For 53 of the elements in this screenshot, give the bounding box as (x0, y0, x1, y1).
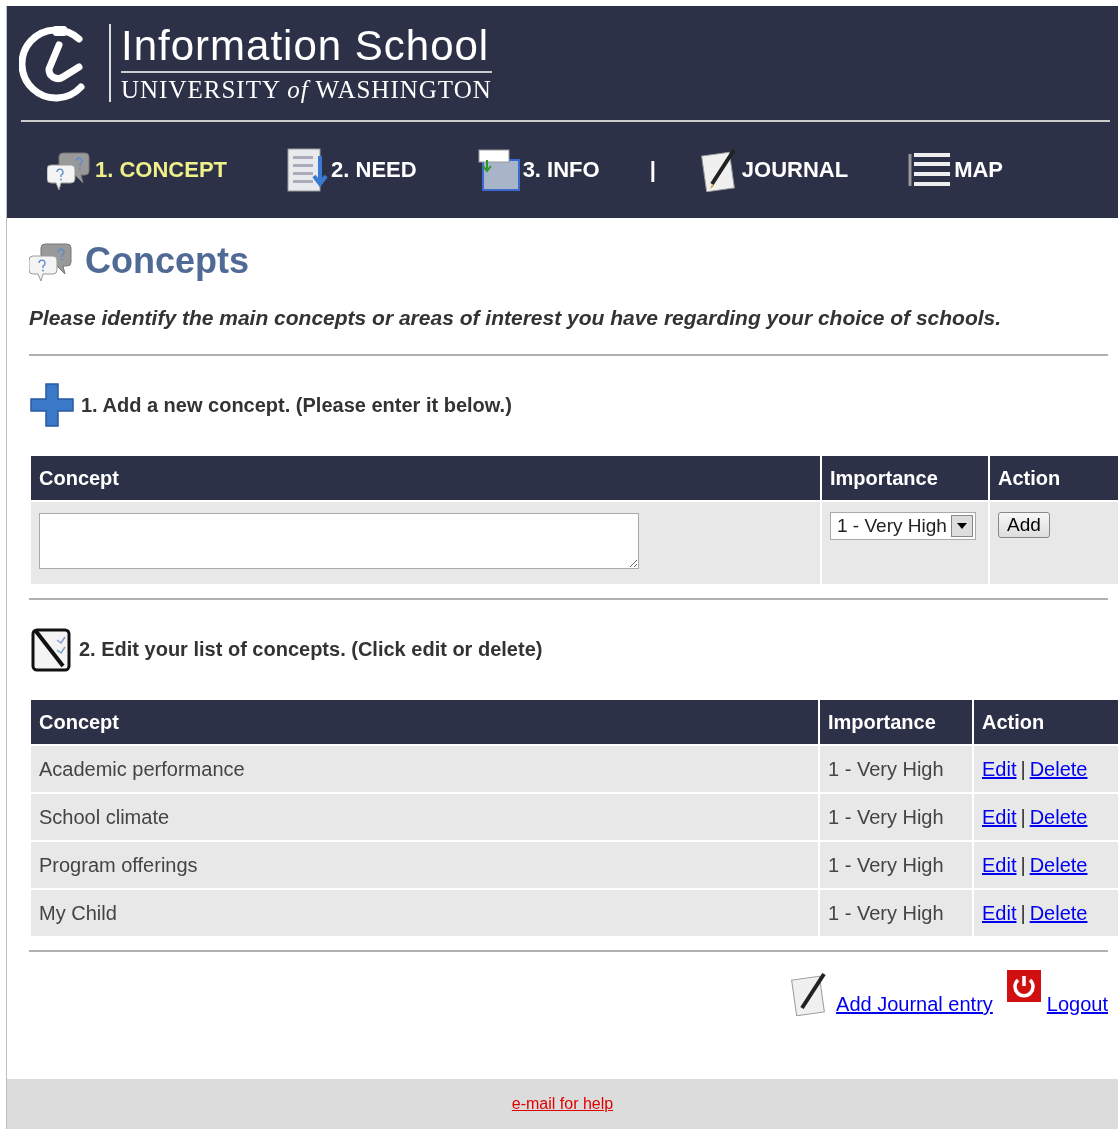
help-link[interactable]: e-mail for help (511, 1095, 614, 1113)
table-cell: 1 - Very High (820, 746, 972, 792)
delete-link[interactable]: Delete (1029, 805, 1088, 828)
intro-text: Please identify the main concepts or areas of interest you have regarding your choice of schools. (29, 306, 1003, 330)
nav-tab[interactable]: MAP (908, 152, 1004, 188)
column-header: Importance (820, 700, 972, 744)
nav-tab[interactable]: JOURNAL (699, 148, 849, 192)
document-arrow-icon (287, 148, 330, 192)
importance-dropdown[interactable]: 1 - Very High (830, 512, 976, 540)
page-title: Concepts (85, 240, 250, 282)
power-icon (1006, 970, 1041, 1004)
nav-tab[interactable]: 3. INFO (476, 148, 600, 192)
nav-separator: | (649, 157, 656, 183)
school-name: Information School (121, 22, 492, 73)
section-heading: 1. Add a new concept. (Please enter it below.) (81, 393, 512, 417)
caret-icon (956, 523, 967, 529)
table-cell: 1 - Very High (820, 794, 972, 840)
nav-tab[interactable]: 2. NEED (287, 148, 417, 192)
column-header: Action (990, 456, 1118, 500)
link-separator: | (1020, 853, 1026, 876)
table-cell: Program offerings (31, 842, 818, 888)
document-stack-icon (476, 148, 521, 192)
list-icon (908, 152, 953, 188)
link-separator: | (1020, 901, 1026, 924)
logout-link[interactable]: Logout (1046, 993, 1108, 1016)
delete-link[interactable]: Delete (1029, 853, 1088, 876)
university-name: UNIVERSITY of WASHINGTON (121, 75, 492, 104)
delete-link[interactable]: Delete (1029, 901, 1088, 924)
table-cell: My Child (31, 890, 818, 936)
add-button[interactable]: Add (998, 512, 1050, 538)
edit-link[interactable]: Edit (982, 853, 1017, 876)
nav-tab[interactable]: 1. CONCEPT (47, 149, 228, 191)
section-heading: 2. Edit your list of concepts. (Click edit or delete) (79, 637, 543, 661)
edit-link[interactable]: Edit (982, 901, 1017, 924)
edit-link[interactable]: Edit (982, 757, 1017, 780)
speech-bubbles-icon (29, 240, 75, 282)
speech-bubbles-icon (47, 149, 93, 191)
edit-link[interactable]: Edit (982, 805, 1017, 828)
column-header: Action (974, 700, 1118, 744)
add-journal-link[interactable]: Add Journal entry (836, 993, 993, 1016)
table-cell: School climate (31, 794, 818, 840)
table-cell: Academic performance (31, 746, 818, 792)
table-cell: 1 - Very High (820, 842, 972, 888)
link-separator: | (1020, 805, 1026, 828)
link-separator: | (1020, 757, 1026, 780)
plus-icon (29, 382, 75, 428)
column-header: Concept (31, 456, 820, 500)
delete-link[interactable]: Delete (1029, 757, 1088, 780)
column-header: Importance (822, 456, 988, 500)
table-cell: 1 - Very High (820, 890, 972, 936)
column-header: Concept (31, 700, 818, 744)
clipboard-pencil-icon (29, 626, 73, 672)
concept-input[interactable] (39, 512, 639, 569)
